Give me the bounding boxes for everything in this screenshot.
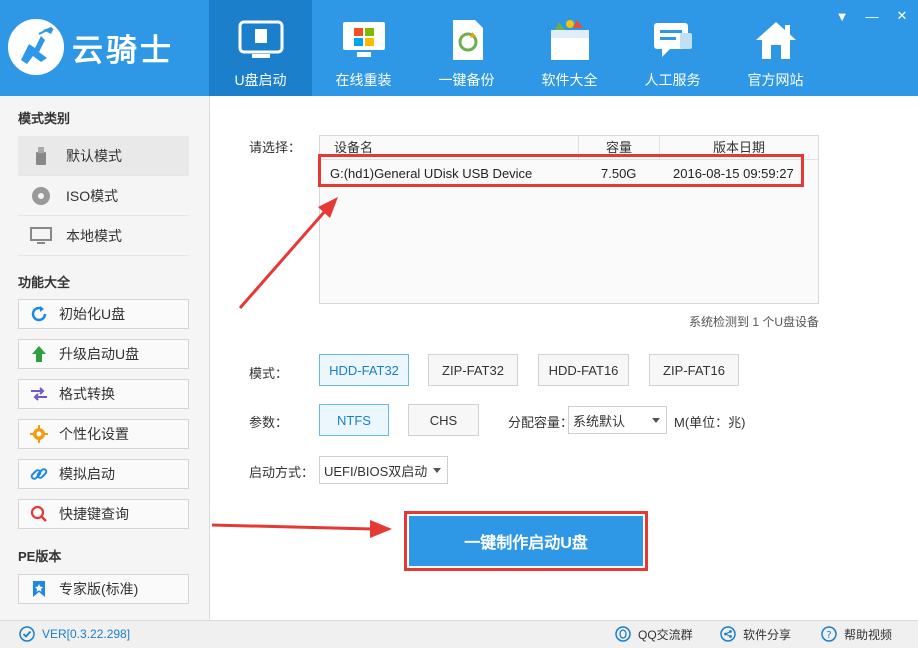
nav-usb-boot[interactable]: U盘启动 — [209, 0, 312, 96]
link-icon — [29, 464, 49, 484]
close-button[interactable]: ✕ — [892, 6, 912, 26]
upgrade-usb-button[interactable]: 升级启动U盘 — [18, 339, 189, 369]
mode-zip-fat16[interactable]: ZIP-FAT16 — [649, 354, 739, 386]
help-video-link[interactable]: ? 帮助视频 — [820, 625, 892, 643]
mode-item-label: 默认模式 — [66, 147, 122, 164]
app-logo: 云骑士 — [8, 16, 208, 78]
chevron-down-icon — [433, 468, 441, 473]
footer-link-label: 软件分享 — [743, 627, 792, 642]
init-usb-button[interactable]: 初始化U盘 — [18, 299, 189, 329]
windows-monitor-icon — [340, 16, 388, 64]
qq-group-link[interactable]: QQ交流群 — [614, 625, 693, 643]
nav-label: 官方网站 — [747, 72, 804, 88]
sidebar: 模式类别 默认模式 ISO模式 本地模式 功能大全 初始化U盘 升级启动U盘 格… — [0, 96, 210, 620]
simulate-boot-button[interactable]: 模拟启动 — [18, 459, 189, 489]
mode-hdd-fat16[interactable]: HDD-FAT16 — [538, 354, 629, 386]
main-panel: 请选择： 设备名 容量 版本日期 G:(hd1)General UDisk US… — [211, 96, 918, 620]
monitor-icon — [30, 225, 52, 247]
nav-backup[interactable]: 一键备份 — [415, 0, 518, 96]
functions-title: 功能大全 — [18, 275, 71, 290]
usb-drive-icon — [237, 16, 285, 64]
mode-category-title: 模式类别 — [18, 111, 71, 126]
mode-label: 模式： — [249, 366, 289, 381]
nav-label: 人工服务 — [644, 72, 701, 88]
chevron-down-icon — [652, 418, 660, 423]
mode-hdd-fat32[interactable]: HDD-FAT32 — [319, 354, 409, 386]
pe-version-title: PE版本 — [18, 549, 62, 564]
gear-icon — [29, 424, 49, 444]
boot-mode-value: UEFI/BIOS双启动 — [324, 463, 428, 479]
help-icon: ? — [820, 625, 838, 643]
alloc-label: 分配容量： — [508, 415, 574, 430]
footer-link-label: QQ交流群 — [638, 627, 693, 642]
alloc-select-value: 系统默认 — [573, 413, 626, 429]
pe-expert-button[interactable]: 专家版(标准) — [18, 574, 189, 604]
mode-item-iso[interactable]: ISO模式 — [18, 176, 189, 216]
detect-status: 系统检测到 1 个U盘设备 — [688, 315, 819, 329]
device-row-highlight — [318, 154, 804, 187]
param-ntfs[interactable]: NTFS — [319, 404, 389, 436]
func-label: 专家版(标准) — [59, 581, 139, 597]
disc-icon — [30, 185, 52, 207]
personalize-button[interactable]: 个性化设置 — [18, 419, 189, 449]
upgrade-arrow-icon — [29, 344, 49, 364]
nav-online-reinstall[interactable]: 在线重装 — [312, 0, 415, 96]
alloc-unit: M(单位：兆) — [674, 415, 746, 430]
func-label: 初始化U盘 — [59, 306, 126, 322]
window-controls: ▼ — ✕ — [832, 6, 912, 26]
usb-drive-icon — [30, 145, 52, 167]
param-label: 参数： — [249, 415, 289, 430]
hotkey-query-button[interactable]: 快捷键查询 — [18, 499, 189, 529]
alloc-select[interactable]: 系统默认 — [568, 406, 667, 434]
minimize-button[interactable]: — — [862, 6, 882, 26]
share-link[interactable]: 软件分享 — [719, 625, 791, 643]
qq-icon — [614, 625, 632, 643]
func-label: 格式转换 — [59, 386, 115, 402]
search-icon — [29, 504, 49, 524]
nav-official-site[interactable]: 官方网站 — [724, 0, 827, 96]
nav-label: 一键备份 — [438, 72, 495, 88]
title-bar: 云骑士 U盘启动 在线重装 一键备份 软件大全 人工服务 官方网站 ▼ — ✕ — [0, 0, 918, 96]
param-chs[interactable]: CHS — [408, 404, 479, 436]
mode-item-label: ISO模式 — [66, 187, 119, 204]
bookmark-icon — [29, 579, 49, 599]
house-icon — [752, 16, 800, 64]
svg-text:?: ? — [826, 630, 831, 641]
func-label: 模拟启动 — [59, 466, 115, 482]
swap-arrows-icon — [29, 384, 49, 404]
menu-dropdown-button[interactable]: ▼ — [832, 6, 852, 26]
top-nav: U盘启动 在线重装 一键备份 软件大全 人工服务 官方网站 — [209, 0, 827, 96]
chat-bubble-icon — [649, 16, 697, 64]
boot-label: 启动方式： — [249, 465, 315, 480]
knight-logo-icon — [8, 19, 64, 75]
func-label: 升级启动U盘 — [59, 346, 140, 362]
backup-document-icon — [443, 16, 491, 64]
func-label: 个性化设置 — [59, 426, 129, 442]
nav-software[interactable]: 软件大全 — [518, 0, 621, 96]
boot-mode-select[interactable]: UEFI/BIOS双启动 — [319, 456, 448, 484]
mode-item-default[interactable]: 默认模式 — [18, 136, 189, 176]
footer-link-label: 帮助视频 — [844, 627, 893, 642]
refresh-icon — [29, 304, 49, 324]
make-boot-usb-button[interactable]: 一键制作启动U盘 — [409, 516, 643, 566]
app-name: 云骑士 — [72, 32, 174, 69]
format-convert-button[interactable]: 格式转换 — [18, 379, 189, 409]
nav-label: 软件大全 — [541, 72, 598, 88]
func-label: 快捷键查询 — [59, 506, 129, 522]
nav-label: U盘启动 — [234, 72, 287, 88]
version-text: VER[0.3.22.298] — [42, 627, 131, 641]
nav-support[interactable]: 人工服务 — [621, 0, 724, 96]
select-label: 请选择： — [249, 140, 302, 155]
version-info: VER[0.3.22.298] — [18, 625, 130, 643]
mode-zip-fat32[interactable]: ZIP-FAT32 — [428, 354, 518, 386]
share-icon — [719, 625, 737, 643]
check-circle-icon — [18, 625, 36, 643]
nav-label: 在线重装 — [335, 72, 392, 88]
mode-item-label: 本地模式 — [66, 227, 122, 244]
mode-item-local[interactable]: 本地模式 — [18, 216, 189, 256]
status-bar: VER[0.3.22.298] QQ交流群 软件分享 ? 帮助视频 — [0, 620, 918, 648]
software-box-icon — [546, 16, 594, 64]
